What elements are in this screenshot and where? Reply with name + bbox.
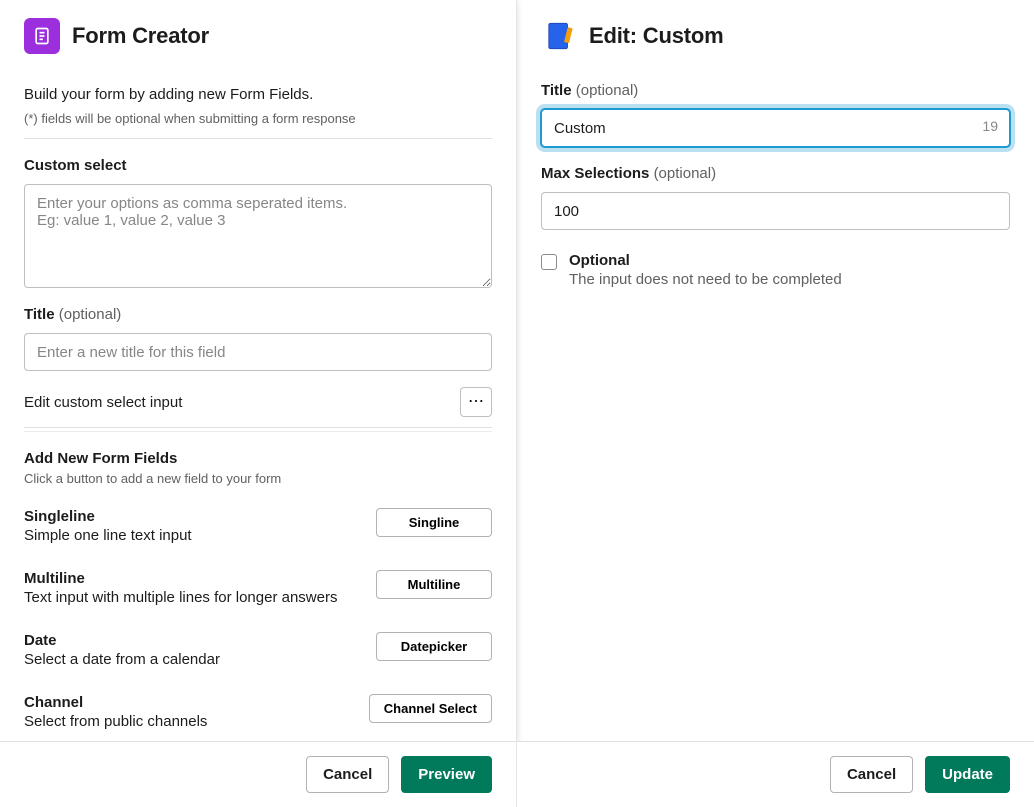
max-selections-optional: (optional) (654, 165, 717, 182)
right-title-label: Title (541, 82, 572, 99)
preview-button[interactable]: Preview (401, 756, 492, 793)
field-row-singleline: Singleline Simple one line text input Si… (24, 500, 492, 562)
field-name: Channel (24, 694, 357, 711)
add-date-button[interactable]: Datepicker (376, 632, 492, 661)
title-field-section: Title (optional) (24, 306, 492, 371)
field-row-date: Date Select a date from a calendar Datep… (24, 624, 492, 686)
update-button[interactable]: Update (925, 756, 1010, 793)
custom-select-label: Custom select (24, 157, 127, 174)
field-name: Singleline (24, 508, 364, 525)
more-button[interactable]: ⋯ (460, 387, 492, 417)
max-selections-input[interactable] (541, 192, 1010, 230)
add-fields-sub: Click a button to add a new field to you… (24, 471, 492, 486)
custom-select-textarea[interactable] (24, 184, 492, 288)
field-name: Multiline (24, 570, 364, 587)
field-row-multiline: Multiline Text input with multiple lines… (24, 562, 492, 624)
edit-app-icon (541, 18, 577, 54)
notebook-icon (542, 19, 576, 53)
right-title-label-row: Title (optional) (541, 82, 1010, 99)
optional-checkbox-row: Optional The input does not need to be c… (541, 252, 1010, 288)
field-desc: Select from public channels (24, 713, 357, 730)
add-singleline-button[interactable]: Singline (376, 508, 492, 537)
left-header: Form Creator (0, 0, 516, 64)
field-name: Date (24, 632, 364, 649)
custom-select-section: Custom select (24, 157, 492, 292)
intro-block: Build your form by adding new Form Field… (24, 64, 492, 139)
left-footer: Cancel Preview (0, 741, 516, 807)
add-fields-section: Add New Form Fields Click a button to ad… (24, 432, 492, 741)
edit-custom-label: Edit custom select input (24, 394, 182, 411)
left-scroll[interactable]: Build your form by adding new Form Field… (0, 64, 516, 741)
edit-custom-panel: Edit: Custom Title (optional) 19 Max Sel… (517, 0, 1034, 807)
title-input[interactable] (24, 333, 492, 371)
right-footer: Cancel Update (517, 741, 1034, 807)
title-char-counter: 19 (982, 118, 998, 134)
intro-sub: (*) fields will be optional when submitt… (24, 111, 492, 126)
edit-custom-row: Edit custom select input ⋯ (24, 377, 492, 428)
form-creator-panel: Form Creator Build your form by adding n… (0, 0, 517, 807)
field-desc: Text input with multiple lines for longe… (24, 589, 364, 606)
max-selections-row: Max Selections (optional) (541, 165, 1010, 182)
cancel-button[interactable]: Cancel (306, 756, 389, 793)
optional-checkbox-desc: The input does not need to be completed (569, 271, 842, 288)
title-optional: (optional) (59, 306, 122, 323)
add-fields-heading: Add New Form Fields (24, 450, 492, 467)
add-channel-button[interactable]: Channel Select (369, 694, 492, 723)
optional-checkbox-label: Optional (569, 252, 842, 269)
field-desc: Select a date from a calendar (24, 651, 364, 668)
right-title-optional: (optional) (576, 82, 639, 99)
intro-main: Build your form by adding new Form Field… (24, 86, 492, 103)
field-desc: Simple one line text input (24, 527, 364, 544)
cancel-button[interactable]: Cancel (830, 756, 913, 793)
right-body: Title (optional) 19 Max Selections (opti… (517, 64, 1034, 300)
optional-checkbox[interactable] (541, 254, 557, 270)
right-header: Edit: Custom (517, 0, 1034, 64)
document-icon (32, 26, 52, 46)
max-selections-label: Max Selections (541, 165, 649, 182)
title-label: Title (24, 306, 55, 323)
form-app-icon (24, 18, 60, 54)
field-row-channel: Channel Select from public channels Chan… (24, 686, 492, 741)
edit-title-input[interactable] (541, 109, 1010, 147)
left-title: Form Creator (72, 23, 209, 49)
right-title: Edit: Custom (589, 23, 723, 49)
add-multiline-button[interactable]: Multiline (376, 570, 492, 599)
